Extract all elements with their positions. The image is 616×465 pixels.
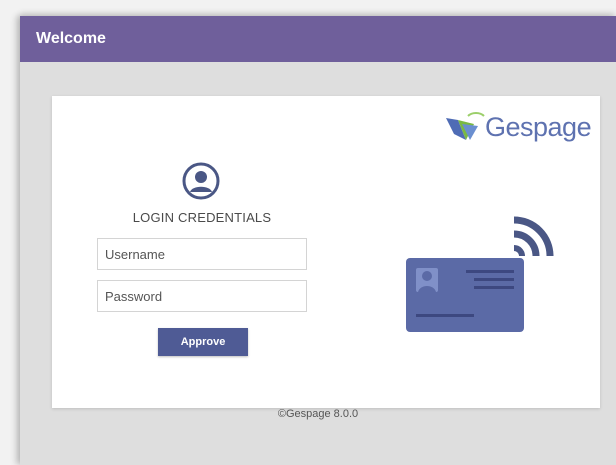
contactless-id-card-icon [406, 216, 554, 332]
user-circle-icon [182, 162, 220, 200]
login-window: Welcome Gespage LOGIN CREDENTIALS Approv… [20, 16, 616, 465]
username-field[interactable] [97, 238, 307, 270]
gespage-leaf-logo-icon [446, 112, 485, 140]
password-field[interactable] [97, 280, 307, 312]
gespage-logo: Gespage [438, 110, 598, 146]
approve-button[interactable]: Approve [158, 328, 248, 356]
title-bar: Welcome [20, 16, 616, 62]
logo-wordmark: Gespage [485, 112, 592, 142]
copyright-footer: ©Gespage 8.0.0 [277, 408, 359, 420]
login-card: Gespage LOGIN CREDENTIALS Approve [52, 96, 600, 408]
window-title: Welcome [36, 30, 106, 47]
login-credentials-heading: LOGIN CREDENTIALS [132, 210, 272, 225]
